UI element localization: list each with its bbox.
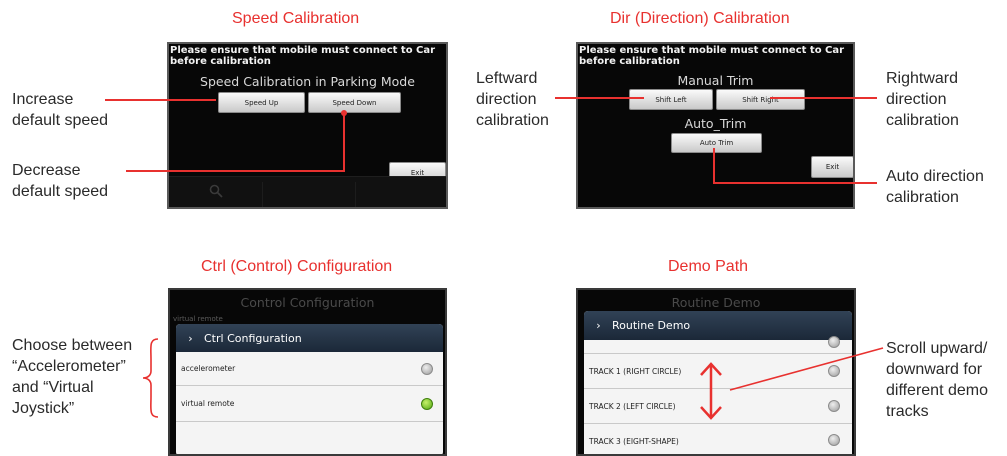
auto-pointer-line — [713, 182, 877, 184]
curly-brace-icon — [142, 338, 159, 418]
speed-up-button[interactable]: Speed Up — [218, 92, 305, 113]
dialog-title: Ctrl Configuration — [204, 331, 302, 345]
background-row-label: virtual remote — [173, 315, 223, 323]
annotation-line: Choose between — [12, 337, 133, 354]
direction-calibration-title: Dir (Direction) Calibration — [610, 10, 790, 27]
annotation-line: Decrease — [12, 162, 81, 179]
annotation-line: “Accelerometer” — [12, 358, 126, 375]
decrease-pointer-line — [126, 170, 344, 172]
annotation-line: downward for — [886, 361, 983, 378]
annotation-line: tracks — [886, 403, 929, 420]
auto-trim-heading: Auto_Trim — [684, 116, 747, 131]
radio-button[interactable] — [828, 400, 840, 412]
radio-button[interactable] — [828, 434, 840, 446]
background-screen-title: Control Configuration — [240, 295, 375, 310]
annotation-line: and “Virtual — [12, 379, 94, 396]
auto-direction-annotation: Auto direction calibration — [886, 166, 984, 208]
annotation-line: Auto direction — [886, 168, 984, 185]
scroll-demo-annotation: Scroll upward/ downward for different de… — [886, 338, 988, 422]
option-accelerometer[interactable]: accelerometer — [176, 352, 443, 386]
annotation-line: Increase — [12, 91, 74, 108]
annotation-line: calibration — [886, 189, 959, 206]
auto-pointer-line — [713, 148, 715, 184]
decrease-speed-annotation: Decrease default speed — [12, 160, 108, 202]
scroll-pointer-line — [729, 347, 884, 391]
choose-control-annotation: Choose between “Accelerometer” and “Virt… — [12, 335, 132, 419]
chevron-right-icon: › — [596, 319, 601, 332]
track-label: TRACK 2 (LEFT CIRCLE) — [589, 401, 676, 411]
option-label: accelerometer — [181, 364, 236, 373]
ctrl-configuration-dialog: › Ctrl Configuration accelerometer virtu… — [176, 324, 443, 454]
annotation-line: Rightward — [886, 70, 959, 87]
annotation-line: default speed — [12, 112, 109, 129]
rightward-calibration-annotation: Rightward direction calibration — [886, 68, 959, 131]
decrease-pointer-dot — [341, 110, 347, 116]
annotation-line: different demo — [886, 382, 988, 399]
radio-button[interactable] — [421, 363, 433, 375]
track-row[interactable]: TRACK 3 (EIGHT-SHAPE) — [584, 424, 852, 454]
track-label: TRACK 1 (RIGHT CIRCLE) — [589, 366, 682, 376]
control-configuration-screen: Control Configuration virtual remote › C… — [168, 288, 447, 456]
parking-mode-heading: Speed Calibration in Parking Mode — [200, 74, 415, 89]
search-icon — [209, 184, 223, 198]
control-configuration-title: Ctrl (Control) Configuration — [201, 258, 393, 275]
exit-button[interactable]: Exit — [811, 156, 853, 178]
annotation-line: direction — [886, 91, 947, 108]
track-label: TRACK 3 (EIGHT-SHAPE) — [589, 436, 679, 446]
demo-path-title: Demo Path — [668, 258, 749, 275]
connection-warning: Please ensure that mobile must connect t… — [579, 45, 845, 67]
rightward-pointer-line — [770, 97, 877, 99]
connection-warning: Please ensure that mobile must connect t… — [170, 45, 436, 67]
dialog-header: › Routine Demo — [584, 311, 852, 340]
dialog-header: › Ctrl Configuration — [176, 324, 443, 352]
option-virtual-remote[interactable]: virtual remote — [176, 386, 443, 422]
speed-calibration-title: Speed Calibration — [232, 10, 360, 27]
annotation-line: Joystick” — [12, 400, 75, 417]
annotation-line: Scroll upward/ — [886, 340, 988, 357]
faded-menu-divider — [262, 182, 263, 207]
option-label: virtual remote — [181, 399, 235, 408]
annotation-line: calibration — [886, 112, 959, 129]
shift-right-button[interactable]: Shift Right — [716, 89, 805, 110]
chevron-right-icon: › — [188, 331, 193, 345]
annotation-line: default speed — [12, 183, 109, 200]
annotation-line: calibration — [476, 112, 549, 129]
leftward-pointer-line — [555, 97, 644, 99]
manual-trim-heading: Manual Trim — [677, 73, 754, 88]
shift-left-button[interactable]: Shift Left — [629, 89, 713, 110]
speed-calibration-screen: Please ensure that mobile must connect t… — [167, 42, 448, 209]
dialog-title: Routine Demo — [612, 319, 691, 332]
decrease-pointer-line — [343, 113, 345, 172]
background-screen-title: Routine Demo — [671, 295, 761, 310]
speed-down-button[interactable]: Speed Down — [308, 92, 401, 113]
scroll-arrows-icon — [700, 362, 722, 420]
annotation-line: direction — [476, 91, 537, 108]
auto-trim-button[interactable]: Auto Trim — [671, 133, 762, 153]
faded-menu-divider — [355, 182, 356, 207]
radio-button-selected[interactable] — [421, 398, 433, 410]
increase-pointer-line — [105, 99, 216, 101]
leftward-calibration-annotation: Leftward direction calibration — [476, 68, 549, 131]
annotation-line: Leftward — [476, 70, 538, 87]
increase-speed-annotation: Increase default speed — [12, 89, 108, 131]
